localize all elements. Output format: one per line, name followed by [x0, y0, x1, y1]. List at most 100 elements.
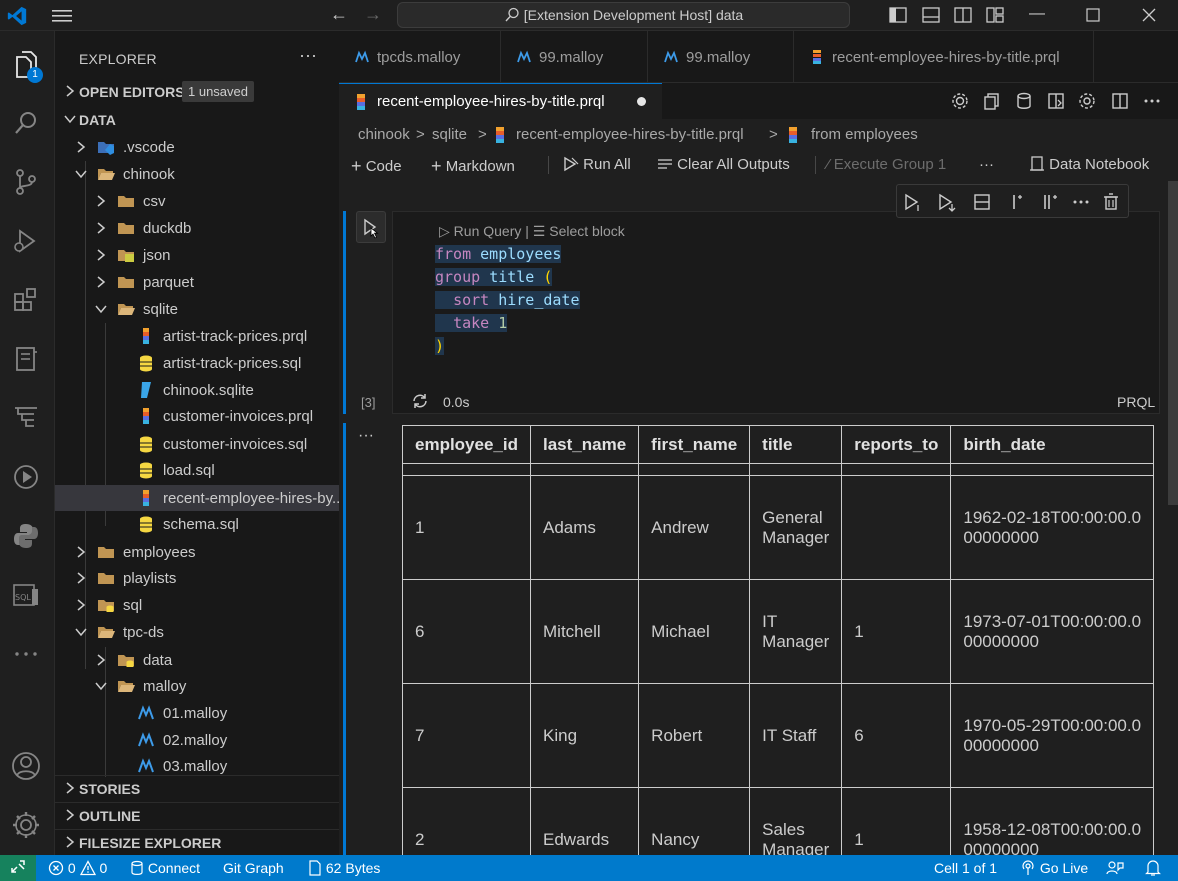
search-icon[interactable] [8, 105, 44, 141]
git-graph-status[interactable]: Git Graph [223, 860, 284, 876]
execute-above-icon[interactable] [903, 192, 923, 212]
testing-icon[interactable] [8, 400, 44, 436]
tree-item[interactable]: customer-invoices.prql [55, 403, 339, 429]
connect-status[interactable]: Connect [130, 860, 200, 876]
add-markdown-button[interactable]: + Markdown [431, 156, 515, 177]
explorer-more-icon[interactable]: ··· [299, 45, 317, 66]
workspace-section[interactable]: DATA [55, 107, 339, 133]
unsaved-dot-icon[interactable] [637, 97, 646, 106]
run-query-codelens[interactable]: ▷ Run Query [439, 223, 521, 239]
run-all-button[interactable]: Run All [563, 156, 631, 173]
filesize-explorer-section[interactable]: FILESIZE EXPLORER [55, 830, 339, 856]
insert-cell-icon[interactable] [1007, 192, 1027, 212]
cell-position-status[interactable]: Cell 1 of 1 [934, 860, 997, 876]
tab-active-prql[interactable]: recent-employee-hires-by-title.prql [339, 83, 662, 119]
settings-gear-icon[interactable] [1077, 91, 1097, 111]
sql-icon[interactable]: SQL [8, 577, 44, 613]
tab-tpcds-malloy[interactable]: tpcds.malloy [339, 31, 501, 83]
open-preview-icon[interactable] [1046, 91, 1066, 111]
open-editors-section[interactable]: OPEN EDITORS 1 unsaved [55, 79, 339, 105]
tab-prql-file[interactable]: recent-employee-hires-by-title.prql [794, 31, 1094, 83]
database-icon[interactable] [1014, 91, 1034, 111]
output-more-icon[interactable]: ··· [358, 427, 374, 445]
tree-item[interactable]: customer-invoices.sql [55, 431, 339, 457]
tree-item[interactable]: duckdb [55, 215, 339, 241]
minimize-icon[interactable]: — [1026, 5, 1048, 25]
tree-item[interactable]: sqlite [55, 296, 339, 322]
execute-group-button[interactable]: ⁄ Execute Group 1 [827, 156, 946, 173]
close-icon[interactable] [1138, 5, 1160, 25]
stories-section[interactable]: STORIES [55, 776, 339, 802]
python-icon[interactable] [8, 518, 44, 554]
split-editor-icon[interactable] [1110, 91, 1130, 111]
remote-indicator[interactable] [0, 855, 36, 881]
tree-item[interactable]: artist-track-prices.sql [55, 350, 339, 376]
tree-item[interactable]: csv [55, 188, 339, 214]
tab-99-malloy[interactable]: 99.malloy [501, 31, 648, 83]
command-center-search[interactable]: [Extension Development Host] data [397, 2, 850, 28]
source-control-icon[interactable] [8, 164, 44, 200]
outline-section[interactable]: OUTLINE [55, 803, 339, 829]
vertical-scrollbar[interactable] [1168, 181, 1178, 505]
toolbar-more-icon[interactable]: ··· [979, 156, 994, 173]
split-cell-icon[interactable] [972, 192, 992, 212]
forward-arrow-icon[interactable]: → [362, 4, 384, 26]
cell-language-picker[interactable]: PRQL [1117, 394, 1155, 410]
tree-item[interactable]: json [55, 242, 339, 268]
select-block-codelens[interactable]: ☰ Select block [533, 223, 625, 239]
more-actions-icon[interactable] [1142, 91, 1162, 111]
accounts-icon[interactable] [8, 748, 44, 784]
toggle-secondary-sidebar-icon[interactable] [953, 6, 973, 24]
maximize-icon[interactable] [1082, 5, 1104, 25]
tree-item[interactable]: artist-track-prices.prql [55, 323, 339, 349]
run-cell-button[interactable] [356, 211, 386, 243]
tree-item[interactable]: chinook.sqlite [55, 377, 339, 403]
go-live-status[interactable]: Go Live [1020, 860, 1088, 876]
breadcrumb-sqlite[interactable]: sqlite [432, 126, 467, 143]
explorer-icon[interactable]: 1 [8, 47, 44, 83]
feedback-icon[interactable] [1106, 859, 1124, 877]
more-views-icon[interactable] [8, 636, 44, 672]
copy-icon[interactable] [982, 91, 1002, 111]
menu-icon[interactable] [50, 7, 74, 25]
tab-99-malloy-2[interactable]: 99.malloy [648, 31, 794, 83]
tree-item[interactable]: .vscode [55, 134, 339, 160]
notifications-bell-icon[interactable] [1145, 859, 1161, 877]
customize-layout-icon[interactable] [985, 6, 1005, 24]
tree-item[interactable]: tpc-ds [55, 619, 339, 645]
clear-outputs-button[interactable]: Clear All Outputs [657, 156, 790, 173]
code-editor[interactable]: from employees group title ( sort hire_d… [435, 243, 580, 358]
tree-item[interactable]: chinook [55, 161, 339, 187]
tree-item[interactable]: 02.malloy [55, 727, 339, 753]
tree-item[interactable]: sql [55, 592, 339, 618]
tree-item[interactable]: parquet [55, 269, 339, 295]
delete-cell-trash-icon[interactable] [1101, 192, 1121, 212]
tree-item[interactable]: 01.malloy [55, 700, 339, 726]
breadcrumb-cell[interactable]: from employees [811, 126, 918, 143]
tree-item[interactable]: employees [55, 539, 339, 565]
file-size-status[interactable]: 62 Bytes [308, 860, 380, 876]
join-cells-icon[interactable] [1040, 192, 1060, 212]
tree-item[interactable]: recent-employee-hires-by... [55, 485, 344, 511]
add-code-button[interactable]: + Code [351, 156, 402, 177]
tree-item[interactable]: playlists [55, 565, 339, 591]
back-arrow-icon[interactable]: ← [328, 4, 350, 26]
tree-item[interactable]: malloy [55, 673, 339, 699]
live-preview-icon[interactable] [8, 459, 44, 495]
problems-indicator[interactable]: 0 0 [48, 860, 107, 876]
tree-item[interactable]: load.sql [55, 457, 339, 483]
tree-item[interactable]: schema.sql [55, 511, 339, 537]
manage-gear-icon[interactable] [8, 807, 44, 843]
toggle-panel-icon[interactable] [921, 6, 941, 24]
kernel-settings-gear-icon[interactable] [950, 91, 970, 111]
breadcrumb-chinook[interactable]: chinook [358, 126, 410, 143]
tree-item[interactable]: data [55, 647, 339, 673]
toggle-primary-sidebar-icon[interactable] [888, 6, 908, 24]
breadcrumb-file[interactable]: recent-employee-hires-by-title.prql [516, 126, 744, 143]
kernel-picker-button[interactable]: Data Notebook [1029, 156, 1149, 173]
execute-below-icon[interactable] [937, 192, 957, 212]
run-debug-icon[interactable] [8, 223, 44, 259]
extensions-icon[interactable] [8, 282, 44, 318]
cell-more-icon[interactable] [1071, 192, 1091, 212]
notebook-icon[interactable] [8, 341, 44, 377]
